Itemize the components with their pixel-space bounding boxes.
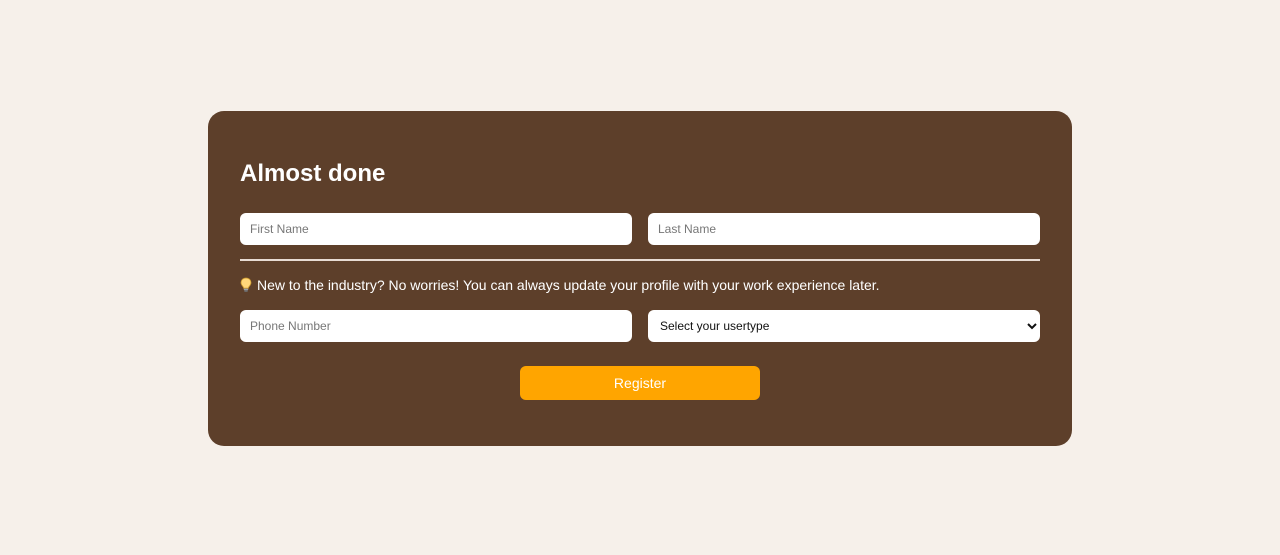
register-button-container: Register (240, 366, 1040, 400)
tip-message: New to the industry? No worries! You can… (240, 275, 1040, 295)
lightbulb-icon (240, 277, 252, 293)
divider (240, 259, 1040, 261)
contact-row: Select your usertype (240, 310, 1040, 342)
registration-card: Almost done New to the industry? No worr… (208, 111, 1072, 446)
first-name-input[interactable] (240, 213, 632, 245)
register-button[interactable]: Register (520, 366, 760, 400)
last-name-input[interactable] (648, 213, 1040, 245)
phone-number-input[interactable] (240, 310, 632, 342)
tip-text: New to the industry? No worries! You can… (257, 277, 880, 293)
name-row (240, 213, 1040, 245)
page-title: Almost done (240, 160, 386, 187)
usertype-select[interactable]: Select your usertype (648, 310, 1040, 342)
